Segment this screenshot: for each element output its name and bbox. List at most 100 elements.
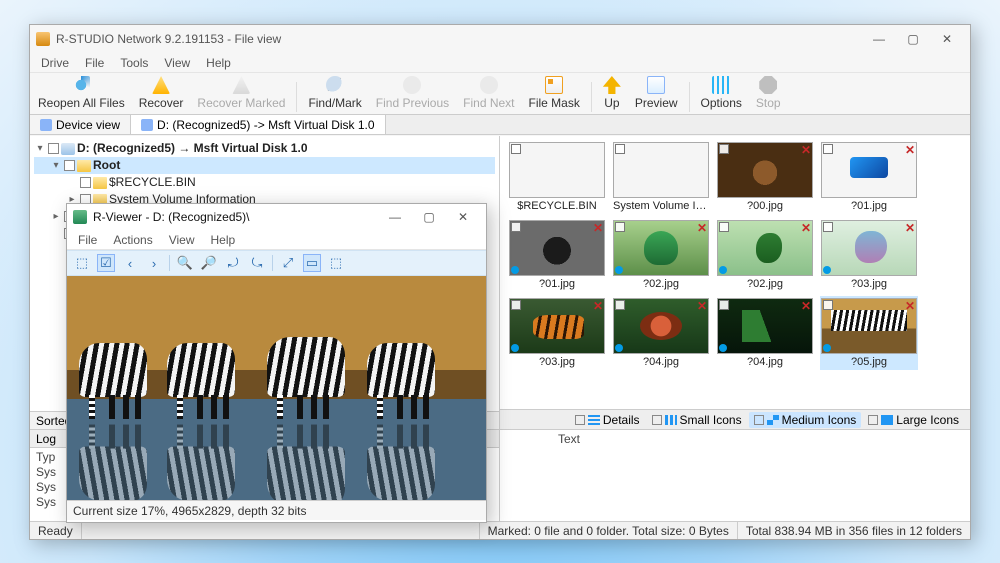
thumb-checkbox[interactable] <box>615 144 625 154</box>
thumb-checkbox[interactable] <box>511 300 521 310</box>
thumb-label: $RECYCLE.BIN <box>517 200 596 212</box>
viewmode-details[interactable]: Details <box>570 412 645 428</box>
thumbnail-item[interactable]: ✕?03.jpg <box>508 296 606 370</box>
thumbnail-item[interactable]: ✕?04.jpg <box>716 296 814 370</box>
status-dot-icon <box>823 344 831 352</box>
deleted-icon: ✕ <box>593 221 603 235</box>
stop-icon <box>759 76 777 94</box>
recmark-icon <box>232 76 250 94</box>
viewmode-large-icons[interactable]: Large Icons <box>863 412 964 428</box>
toolbar-up-button[interactable]: Up <box>597 74 627 112</box>
tree-row[interactable]: ▾ D: (Recognized5) → Msft Virtual Disk 1.… <box>34 140 495 157</box>
menu-drive[interactable]: Drive <box>34 54 76 72</box>
tree-label: D: (Recognized5) → Msft Virtual Disk 1.0 <box>77 140 308 157</box>
thumbnail-item[interactable]: ✕ ?02.jpg <box>716 218 814 292</box>
viewer-maximize-button[interactable]: ▢ <box>412 206 446 228</box>
thumbnail-item[interactable]: ✕?01.jpg <box>508 218 606 292</box>
toolbar-label: Stop <box>756 96 781 110</box>
viewer-menu-actions[interactable]: Actions <box>106 231 159 249</box>
viewmode-label: Details <box>603 413 640 427</box>
viewer-menu-view[interactable]: View <box>162 231 202 249</box>
preview-header: Text <box>558 432 962 446</box>
thumbnail-item[interactable]: ✕?00.jpg <box>716 140 814 214</box>
viewer-image[interactable] <box>67 276 486 500</box>
checkbox[interactable] <box>48 143 59 154</box>
thumbnail-item[interactable]: ✕?02.jpg <box>612 218 710 292</box>
menu-view[interactable]: View <box>157 54 197 72</box>
toolbar-recover-button[interactable]: Recover <box>133 74 190 112</box>
viewer-tool-3[interactable]: › <box>145 254 163 272</box>
thumb-checkbox[interactable] <box>615 222 625 232</box>
viewer-titlebar[interactable]: R-Viewer - D: (Recognized5)\ — ▢ ✕ <box>67 204 486 230</box>
viewer-tool-8[interactable]: ⤿ <box>248 254 266 272</box>
menu-tools[interactable]: Tools <box>113 54 155 72</box>
thumbnail-item[interactable]: System Volume Infor… <box>612 140 710 214</box>
deleted-icon: ✕ <box>801 221 811 235</box>
viewer-menu-file[interactable]: File <box>71 231 104 249</box>
thumbnail-item[interactable]: ✕?03.jpg <box>820 218 918 292</box>
checkbox[interactable] <box>64 160 75 171</box>
tab-1[interactable]: D: (Recognized5) -> Msft Virtual Disk 1.… <box>131 115 386 134</box>
toolbar-preview-button[interactable]: Preview <box>629 74 684 112</box>
viewer-tool-5[interactable]: 🔍 <box>176 254 194 272</box>
maximize-button[interactable]: ▢ <box>896 28 930 50</box>
thumbnail-item[interactable]: $RECYCLE.BIN <box>508 140 606 214</box>
toolbar-filemask-button[interactable]: File Mask <box>523 74 586 112</box>
viewer-tool-11[interactable]: ▭ <box>303 254 321 272</box>
zebra-shape <box>267 337 345 397</box>
tab-icon <box>141 119 153 131</box>
toolbar-reopen-button[interactable]: Reopen All Files <box>32 74 131 112</box>
deleted-icon: ✕ <box>801 143 811 157</box>
viewer-tool-12[interactable]: ⬚ <box>327 254 345 272</box>
thumb-image: ✕ <box>717 298 813 354</box>
viewer-tool-1[interactable]: ☑ <box>97 254 115 272</box>
recover-icon <box>152 76 170 94</box>
viewer-statusbar: Current size 17%, 4965x2829, depth 32 bi… <box>67 500 486 520</box>
thumb-checkbox[interactable] <box>511 144 521 154</box>
thumb-checkbox[interactable] <box>615 300 625 310</box>
viewer-menubar[interactable]: FileActionsViewHelp <box>67 230 486 250</box>
viewmode-medium-icons[interactable]: Medium Icons <box>749 412 862 428</box>
thumb-checkbox[interactable] <box>719 222 729 232</box>
viewer-tool-7[interactable]: ⤾ <box>224 254 242 272</box>
deleted-icon: ✕ <box>697 299 707 313</box>
deleted-icon: ✕ <box>905 143 915 157</box>
viewmode-label: Medium Icons <box>782 413 857 427</box>
thumbnail-item[interactable]: ✕?04.jpg <box>612 296 710 370</box>
viewer-tool-2[interactable]: ‹ <box>121 254 139 272</box>
viewer-toolbar: ⬚ ☑ ‹ › 🔍 🔎 ⤾ ⤿ ⤢ ▭ ⬚ <box>67 250 486 276</box>
viewer-tool-10[interactable]: ⤢ <box>279 254 297 272</box>
thumb-checkbox[interactable] <box>823 144 833 154</box>
thumbnail-grid[interactable]: $RECYCLE.BIN System Volume Infor…✕?00.jpg… <box>500 136 970 409</box>
viewer-menu-help[interactable]: Help <box>204 231 243 249</box>
viewmode-icon <box>881 415 893 425</box>
viewer-tool-0[interactable]: ⬚ <box>73 254 91 272</box>
menu-help[interactable]: Help <box>199 54 238 72</box>
minimize-button[interactable]: — <box>862 28 896 50</box>
close-button[interactable]: ✕ <box>930 28 964 50</box>
thumb-checkbox[interactable] <box>823 300 833 310</box>
expand-icon[interactable]: ▾ <box>34 140 46 157</box>
viewer-minimize-button[interactable]: — <box>378 206 412 228</box>
thumb-checkbox[interactable] <box>823 222 833 232</box>
thumbnail-item[interactable]: ✕?05.jpg <box>820 296 918 370</box>
tree-row[interactable]: ▾Root <box>34 157 495 174</box>
tab-0[interactable]: Device view <box>30 115 131 134</box>
menu-file[interactable]: File <box>78 54 111 72</box>
toolbar-options-button[interactable]: Options <box>695 74 748 112</box>
main-titlebar[interactable]: R-STUDIO Network 9.2.191153 - File view … <box>30 25 970 53</box>
thumb-checkbox[interactable] <box>719 300 729 310</box>
main-menubar[interactable]: DriveFileToolsViewHelp <box>30 53 970 73</box>
expand-icon[interactable]: ▸ <box>50 208 62 225</box>
thumb-label: ?02.jpg <box>747 278 783 290</box>
thumb-checkbox[interactable] <box>511 222 521 232</box>
tree-row[interactable]: $RECYCLE.BIN <box>34 174 495 191</box>
viewer-tool-6[interactable]: 🔎 <box>200 254 218 272</box>
thumb-checkbox[interactable] <box>719 144 729 154</box>
toolbar-find-button[interactable]: Find/Mark <box>302 74 367 112</box>
checkbox[interactable] <box>80 177 91 188</box>
viewer-close-button[interactable]: ✕ <box>446 206 480 228</box>
expand-icon[interactable]: ▾ <box>50 157 62 174</box>
viewmode-small-icons[interactable]: Small Icons <box>647 412 747 428</box>
thumbnail-item[interactable]: ✕?01.jpg <box>820 140 918 214</box>
